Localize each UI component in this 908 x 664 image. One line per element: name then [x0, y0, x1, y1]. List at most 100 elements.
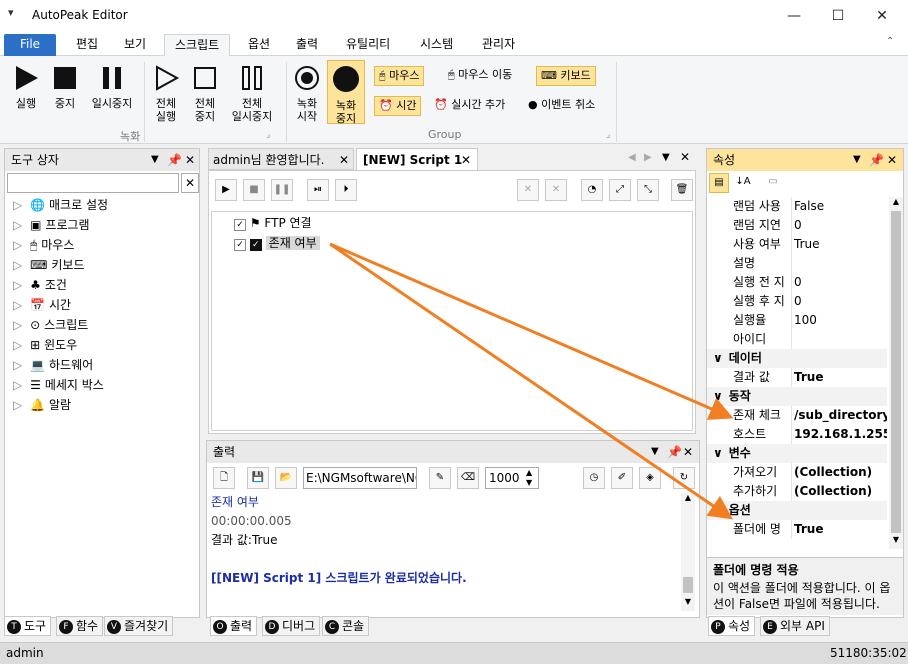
quick-access-menu-icon[interactable]: ▾ [8, 6, 14, 19]
collapse-ribbon-icon[interactable]: ⌃ [886, 36, 894, 47]
tree-item-program[interactable]: ▷ ▣ 프로그램 [13, 215, 90, 235]
tab-utility[interactable]: 유틸리티 [336, 34, 400, 56]
script-step-exist[interactable]: ✓ ✓ 존재 여부 [234, 234, 320, 252]
maximize-icon[interactable]: ☐ [816, 0, 860, 32]
open-folder-button[interactable]: 📂 [275, 467, 297, 489]
tab-options[interactable]: 옵션 [238, 34, 280, 56]
prop-category-options[interactable]: ∨ 옵션 [707, 501, 887, 520]
close-icon[interactable]: ✕ [683, 441, 693, 463]
pin-icon[interactable]: 📌 [667, 441, 682, 463]
toolbox-search-input[interactable] [7, 173, 179, 193]
dialog-launcher-icon[interactable]: ⌟ [606, 130, 610, 140]
dropdown-icon[interactable]: ▼ [651, 441, 659, 463]
tab-functions[interactable]: F 함수 [56, 616, 104, 636]
pause-all-button[interactable]: 전체 일시중지 [226, 64, 278, 123]
stop-script-button[interactable]: ■ [243, 179, 265, 201]
tree-item-window[interactable]: ▷ ⊞ 윈도우 [13, 335, 77, 355]
clear-search-icon[interactable]: ✕ [181, 173, 199, 193]
dropdown-icon[interactable]: ▼ [853, 149, 861, 171]
realtime-add-button[interactable]: ⏰ 실시간 추가 [430, 96, 509, 116]
prop-row-result[interactable]: 결과 값 True [707, 368, 887, 387]
prop-row-exist-check[interactable]: 존재 체크/sub_directory [707, 406, 887, 425]
close-icon[interactable]: ✕ [887, 149, 897, 171]
prop-row[interactable]: 실행 후 지0 [707, 292, 887, 311]
tree-item-messagebox[interactable]: ▷ ☰ 메세지 박스 [13, 375, 104, 395]
tab-favorites[interactable]: V 즐겨찾기 [104, 616, 174, 636]
tab-output-log[interactable]: O 출력 [210, 616, 258, 636]
tree-item-macro[interactable]: ▷ 🌐 매크로 설정 [13, 195, 108, 215]
prop-category-variables[interactable]: ∨ 변수 [707, 444, 887, 463]
sort-alpha-icon[interactable]: ↓A [733, 173, 753, 193]
tab-admin[interactable]: 관리자 [472, 34, 525, 56]
prop-row-folder[interactable]: 폴더에 명 True [707, 520, 887, 539]
tree-item-mouse[interactable]: ▷ 🖱 마우스 [13, 235, 74, 255]
close-icon[interactable]: ✕ [680, 150, 690, 164]
close-icon[interactable]: ✕ [860, 0, 904, 32]
minimize-icon[interactable]: — [772, 0, 816, 32]
close-icon[interactable]: ✕ [185, 149, 195, 171]
script-step-ftp[interactable]: ✓ ⚑ FTP 연결 [234, 214, 312, 232]
tree-item-hardware[interactable]: ▷ 💻 하드웨어 [13, 355, 93, 375]
tab-console[interactable]: C 콘솔 [322, 616, 370, 636]
refresh-button[interactable]: ◔ [581, 179, 603, 201]
record-start-button[interactable]: 녹화 시작 [290, 64, 324, 123]
record-stop-button[interactable]: 녹화 중지 [327, 60, 365, 125]
stop-all-button[interactable]: 전체 중지 [188, 64, 222, 123]
stop-button[interactable]: 중지 [48, 64, 82, 110]
tab-script-1[interactable]: [NEW] Script 1 ✕ [356, 148, 478, 170]
collapse-button[interactable]: ⤡ [637, 179, 659, 201]
tab-properties[interactable]: P 속성 [708, 616, 756, 636]
run-button[interactable]: 실행 [8, 64, 44, 110]
tab-external-api[interactable]: E 외부 API [760, 616, 830, 636]
tab-system[interactable]: 시스템 [410, 34, 463, 56]
clear-format-button[interactable]: ✎ [429, 467, 451, 489]
prop-row[interactable]: 실행율 100 [707, 311, 887, 330]
timestamp-button[interactable]: ◷ [583, 467, 605, 489]
mouse-button[interactable]: 🖰 마우스 [374, 66, 425, 86]
brush-button[interactable]: ✐ [611, 467, 633, 489]
tab-output[interactable]: 출력 [286, 34, 328, 56]
prop-row[interactable]: 사용 여부 True [707, 235, 887, 254]
tree-item-time[interactable]: ▷ 📅 시간 [13, 295, 71, 315]
new-file-button[interactable]: 🗋 [213, 467, 235, 489]
disable-button[interactable]: ✕ [517, 179, 539, 201]
prop-row-get[interactable]: 가져오기 (Collection) [707, 463, 887, 482]
prop-row[interactable]: 랜덤 지연 0 [707, 216, 887, 235]
tab-script[interactable]: 스크립트 [164, 34, 231, 56]
event-cancel-button[interactable]: ● 이벤트 취소 [524, 96, 599, 116]
prop-row-host[interactable]: 호스트 192.168.1.255 [707, 425, 887, 444]
pause-script-button[interactable]: ❚❚ [271, 179, 293, 201]
prop-row[interactable]: 랜덤 사용 False [707, 197, 887, 216]
fill-button[interactable]: ◈ [639, 467, 661, 489]
prop-category-action[interactable]: ∨ 동작 [707, 387, 887, 406]
output-path-field[interactable]: E:\NGMsoftware\NG [303, 467, 417, 489]
scroll-left-icon[interactable]: ◀ [628, 152, 636, 163]
delete-button[interactable]: 🗑 [671, 179, 693, 201]
step-button[interactable]: ⏯ [307, 179, 329, 201]
dropdown-icon[interactable]: ▼ [151, 149, 159, 171]
pause-button[interactable]: 일시중지 [86, 64, 138, 110]
disable-all-button[interactable]: ✕ [545, 179, 567, 201]
output-scrollbar[interactable]: ▲ ▼ [681, 493, 695, 611]
tree-item-script[interactable]: ▷ ⊙ 스크립트 [13, 315, 88, 335]
tab-edit[interactable]: 편집 [66, 34, 108, 56]
tree-item-alarm[interactable]: ▷ 🔔 알람 [13, 395, 71, 415]
tree-item-condition[interactable]: ▷ ♣ 조건 [13, 275, 67, 295]
tab-debug[interactable]: D 디버그 [262, 616, 321, 636]
property-scrollbar[interactable]: ▲ ▼ [889, 197, 903, 549]
refresh-button[interactable]: ↻ [673, 467, 695, 489]
prop-row[interactable]: 설명 [707, 254, 887, 273]
prop-row-add[interactable]: 추가하기 (Collection) [707, 482, 887, 501]
tab-welcome[interactable]: admin님 환영합니다. ✕ [208, 148, 354, 170]
eraser-button[interactable]: ⌫ [457, 467, 479, 489]
prop-row[interactable]: 실행 전 지0 [707, 273, 887, 292]
tab-view[interactable]: 보기 [114, 34, 156, 56]
categorized-icon[interactable]: ▤ [709, 173, 729, 193]
prop-category-data[interactable]: ∨ 데이터 [707, 349, 887, 368]
dropdown-icon[interactable]: ▼ [662, 152, 670, 163]
tab-file[interactable]: File [4, 34, 56, 56]
step-next-button[interactable]: ⏵ [335, 179, 357, 201]
line-count-stepper[interactable]: 1000 ▲ ▼ [485, 467, 539, 489]
mouse-move-button[interactable]: 🖱 마우스 이동 [444, 66, 516, 86]
tab-tools[interactable]: T 도구 [4, 616, 52, 636]
